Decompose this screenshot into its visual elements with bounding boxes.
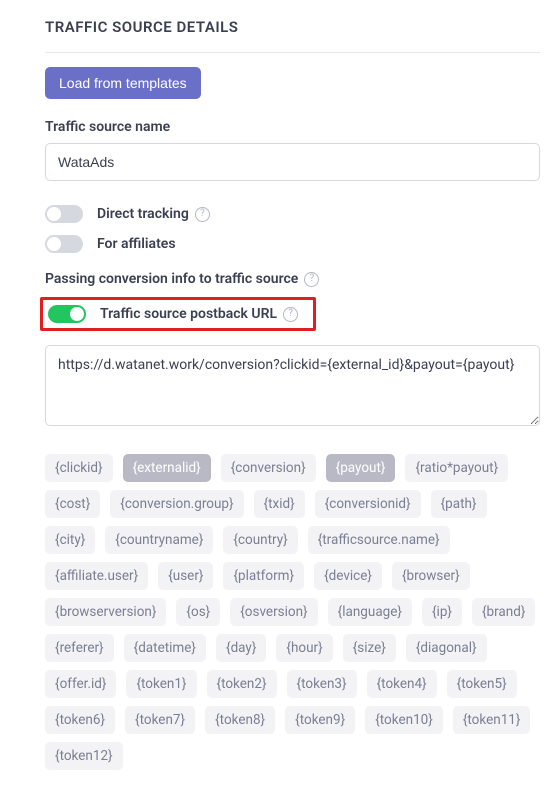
section-title: TRAFFIC SOURCE DETAILS — [45, 18, 540, 53]
token-chip[interactable]: {city} — [45, 526, 95, 554]
help-icon[interactable]: ? — [304, 272, 319, 287]
passing-info-heading: Passing conversion info to traffic sourc… — [45, 271, 319, 287]
token-chip[interactable]: {token3} — [287, 670, 357, 698]
token-chip[interactable]: {token1} — [126, 670, 196, 698]
token-chip[interactable]: {token4} — [367, 670, 437, 698]
token-list: {clickid} {externalid} {conversion} {payout… — [45, 454, 540, 770]
postback-url-textarea[interactable] — [45, 345, 540, 426]
token-chip[interactable]: {cost} — [45, 490, 100, 518]
token-chip[interactable]: {conversion} — [221, 454, 316, 482]
token-chip[interactable]: {payout} — [326, 454, 396, 482]
postback-toggle[interactable] — [48, 305, 86, 323]
token-chip[interactable]: {size} — [343, 634, 396, 662]
token-chip[interactable]: {affiliate.user} — [45, 562, 148, 590]
load-templates-button[interactable]: Load from templates — [45, 67, 201, 99]
token-chip[interactable]: {ratio*payout} — [405, 454, 508, 482]
token-chip[interactable]: {txid} — [254, 490, 305, 518]
token-chip[interactable]: {offer.id} — [45, 670, 116, 698]
token-chip[interactable]: {ip} — [422, 598, 462, 626]
token-chip[interactable]: {country} — [223, 526, 297, 554]
postback-toggle-label: Traffic source postback URL ? — [100, 306, 298, 322]
token-chip[interactable]: {day} — [216, 634, 266, 662]
for-affiliates-toggle[interactable] — [45, 235, 83, 253]
token-chip[interactable]: {datetime} — [124, 634, 206, 662]
token-chip[interactable]: {browserversion} — [45, 598, 166, 626]
token-chip[interactable]: {token12} — [45, 742, 123, 770]
help-icon[interactable]: ? — [283, 307, 298, 322]
token-chip[interactable]: {user} — [158, 562, 213, 590]
token-chip[interactable]: {token2} — [207, 670, 277, 698]
token-chip[interactable]: {osversion} — [230, 598, 317, 626]
for-affiliates-label: For affiliates — [97, 236, 176, 252]
postback-toggle-highlight: Traffic source postback URL ? — [40, 297, 316, 331]
token-chip[interactable]: {brand} — [472, 598, 535, 626]
traffic-source-name-input[interactable] — [45, 143, 540, 181]
token-chip[interactable]: {referer} — [45, 634, 114, 662]
token-chip[interactable]: {path} — [431, 490, 487, 518]
help-icon[interactable]: ? — [195, 207, 210, 222]
token-chip[interactable]: {countryname} — [105, 526, 213, 554]
token-chip[interactable]: {conversion.group} — [110, 490, 243, 518]
token-chip[interactable]: {browser} — [392, 562, 470, 590]
token-chip[interactable]: {clickid} — [45, 454, 113, 482]
token-chip[interactable]: {platform} — [223, 562, 304, 590]
token-chip[interactable]: {diagonal} — [406, 634, 487, 662]
token-chip[interactable]: {os} — [176, 598, 220, 626]
token-chip[interactable]: {conversionid} — [315, 490, 421, 518]
token-chip[interactable]: {device} — [314, 562, 382, 590]
name-field-label: Traffic source name — [45, 119, 540, 135]
token-chip[interactable]: {trafficsource.name} — [308, 526, 450, 554]
direct-tracking-label: Direct tracking ? — [97, 206, 210, 222]
token-chip[interactable]: {externalid} — [123, 454, 211, 482]
token-chip[interactable]: {language} — [328, 598, 412, 626]
token-chip[interactable]: {hour} — [276, 634, 332, 662]
direct-tracking-toggle[interactable] — [45, 205, 83, 223]
token-chip[interactable]: {token5} — [447, 670, 517, 698]
